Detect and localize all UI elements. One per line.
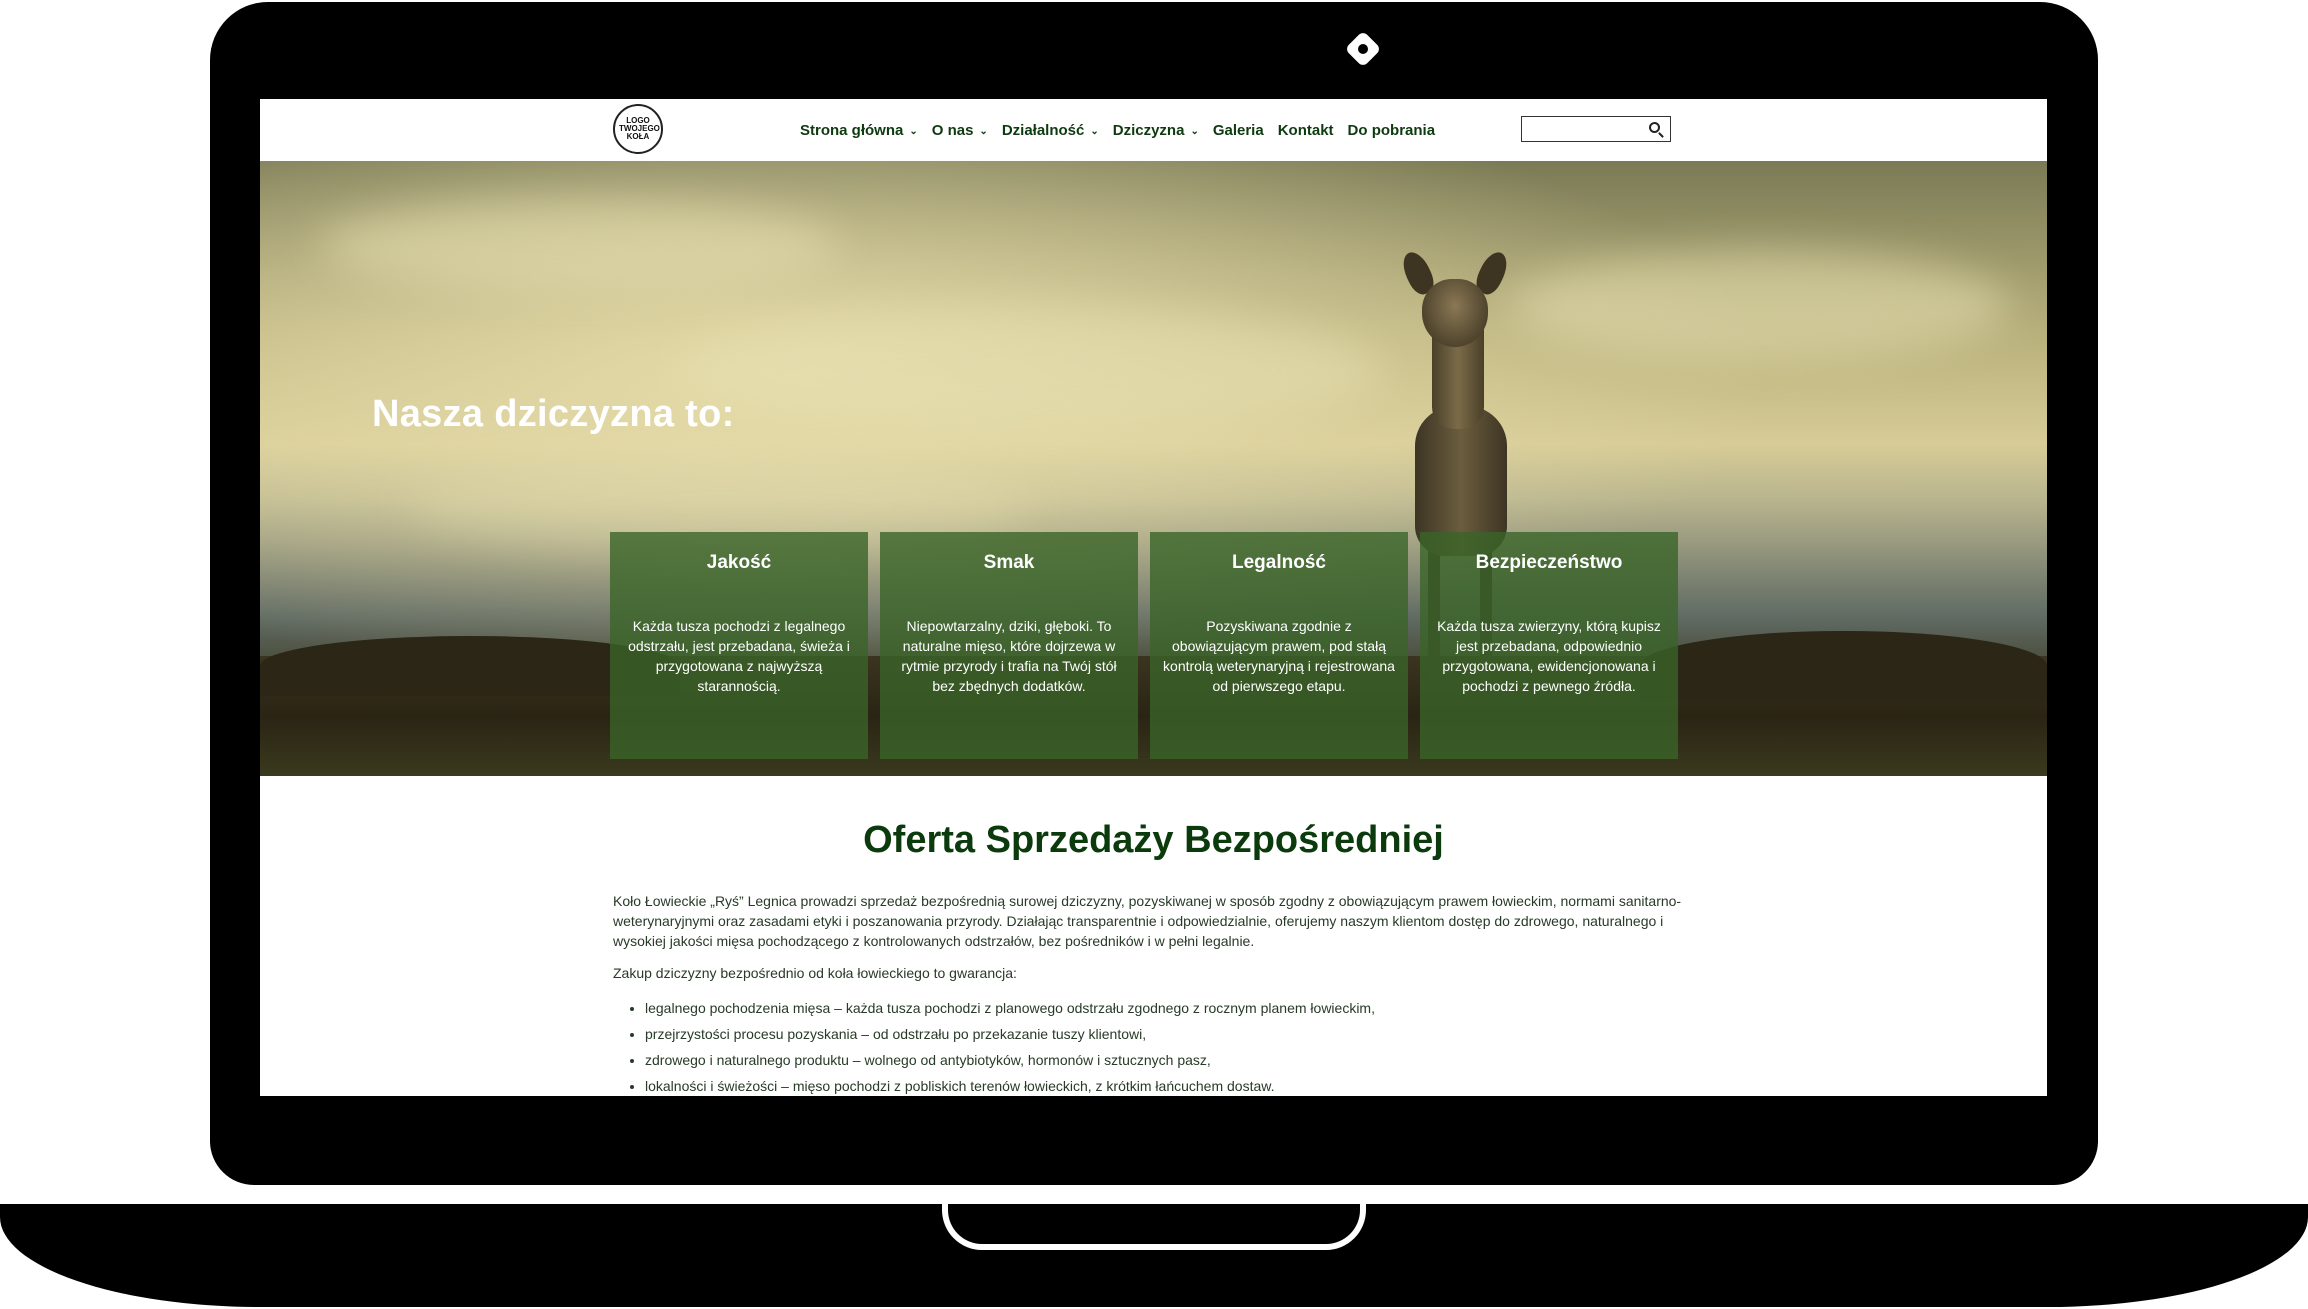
card-text: Niepowtarzalny, dziki, głęboki. To natur…	[901, 618, 1117, 694]
site-header: LOGO TWOJEGO KOŁA Strona główna ⌄ O nas …	[260, 99, 2047, 161]
chevron-down-icon: ⌄	[1190, 125, 1199, 137]
card-text: Każda tusza pochodzi z legalnego odstrza…	[628, 618, 850, 694]
nav-item-dzialalnosc[interactable]: Działalność ⌄	[1002, 122, 1099, 139]
list-item: przejrzystości procesu pozyskania – od o…	[645, 1021, 1375, 1047]
nav-label: Dziczyzna	[1112, 121, 1185, 139]
nav-label: Galeria	[1212, 121, 1264, 139]
hero-section: Nasza dziczyzna to: Jakość Każda tusza p…	[260, 161, 2047, 776]
list-item: zdrowego i naturalnego produktu – wolneg…	[645, 1047, 1375, 1073]
main-nav: Strona główna ⌄ O nas ⌄ Działalność ⌄ Dz…	[800, 99, 1449, 161]
list-item: lokalności i świeżości – mięso pochodzi …	[645, 1073, 1375, 1096]
logo-line: KOŁA	[626, 132, 650, 141]
deer-head	[1422, 279, 1488, 347]
offer-intro: Zakup dziczyzny bezpośrednio od koła łow…	[613, 965, 1017, 981]
offer-list: legalnego pochodzenia mięsa – każda tusz…	[613, 995, 1375, 1096]
nav-label: Strona główna	[800, 121, 904, 139]
nav-item-strona-glowna[interactable]: Strona główna ⌄	[800, 122, 918, 139]
nav-label: Działalność	[1001, 121, 1085, 139]
nav-item-dziczyzna[interactable]: Dziczyzna ⌄	[1113, 122, 1199, 139]
card-title: Legalność	[1232, 552, 1326, 573]
nav-label: O nas	[931, 121, 974, 139]
offer-paragraph: Koło Łowieckie „Ryś” Legnica prowadzi sp…	[613, 893, 1682, 949]
search-icon[interactable]	[1649, 122, 1660, 133]
feature-card-safety: Bezpieczeństwo Każda tusza zwierzyny, kt…	[1420, 532, 1678, 759]
site-logo[interactable]: LOGO TWOJEGO KOŁA	[613, 104, 663, 154]
hero-title: Nasza dziczyzna to:	[372, 393, 735, 435]
card-text: Każda tusza zwierzyny, którą kupisz jest…	[1437, 618, 1661, 694]
cloud-shape	[1510, 251, 2010, 361]
nav-item-o-nas[interactable]: O nas ⌄	[932, 122, 988, 139]
search-input[interactable]	[1526, 117, 1640, 141]
nav-item-kontakt[interactable]: Kontakt	[1278, 122, 1334, 139]
offer-title: Oferta Sprzedaży Bezpośredniej	[863, 819, 1444, 861]
feature-card-quality: Jakość Każda tusza pochodzi z legalnego …	[610, 532, 868, 759]
laptop-notch	[942, 1204, 1366, 1250]
card-title: Smak	[983, 552, 1035, 573]
card-title: Bezpieczeństwo	[1475, 552, 1623, 573]
nav-label: Do pobrania	[1347, 121, 1436, 139]
feature-card-legality: Legalność Pozyskiwana zgodnie z obowiązu…	[1150, 532, 1408, 759]
ground-mound	[1640, 631, 2047, 701]
chevron-down-icon: ⌄	[979, 125, 988, 137]
laptop-screen: LOGO TWOJEGO KOŁA Strona główna ⌄ O nas …	[260, 99, 2047, 1096]
chevron-down-icon: ⌄	[909, 125, 918, 137]
list-item: legalnego pochodzenia mięsa – każda tusz…	[645, 995, 1375, 1021]
nav-label: Kontakt	[1277, 121, 1334, 139]
chevron-down-icon: ⌄	[1090, 125, 1099, 137]
card-text: Pozyskiwana zgodnie z obowiązującym praw…	[1163, 618, 1395, 694]
cloud-shape	[680, 311, 1380, 431]
nav-item-do-pobrania[interactable]: Do pobrania	[1348, 122, 1436, 139]
nav-item-galeria[interactable]: Galeria	[1213, 122, 1264, 139]
search-box	[1521, 116, 1671, 142]
webcam-icon	[1344, 30, 1382, 68]
card-title: Jakość	[706, 552, 772, 573]
feature-card-taste: Smak Niepowtarzalny, dziki, głęboki. To …	[880, 532, 1138, 759]
cloud-shape	[320, 201, 840, 291]
